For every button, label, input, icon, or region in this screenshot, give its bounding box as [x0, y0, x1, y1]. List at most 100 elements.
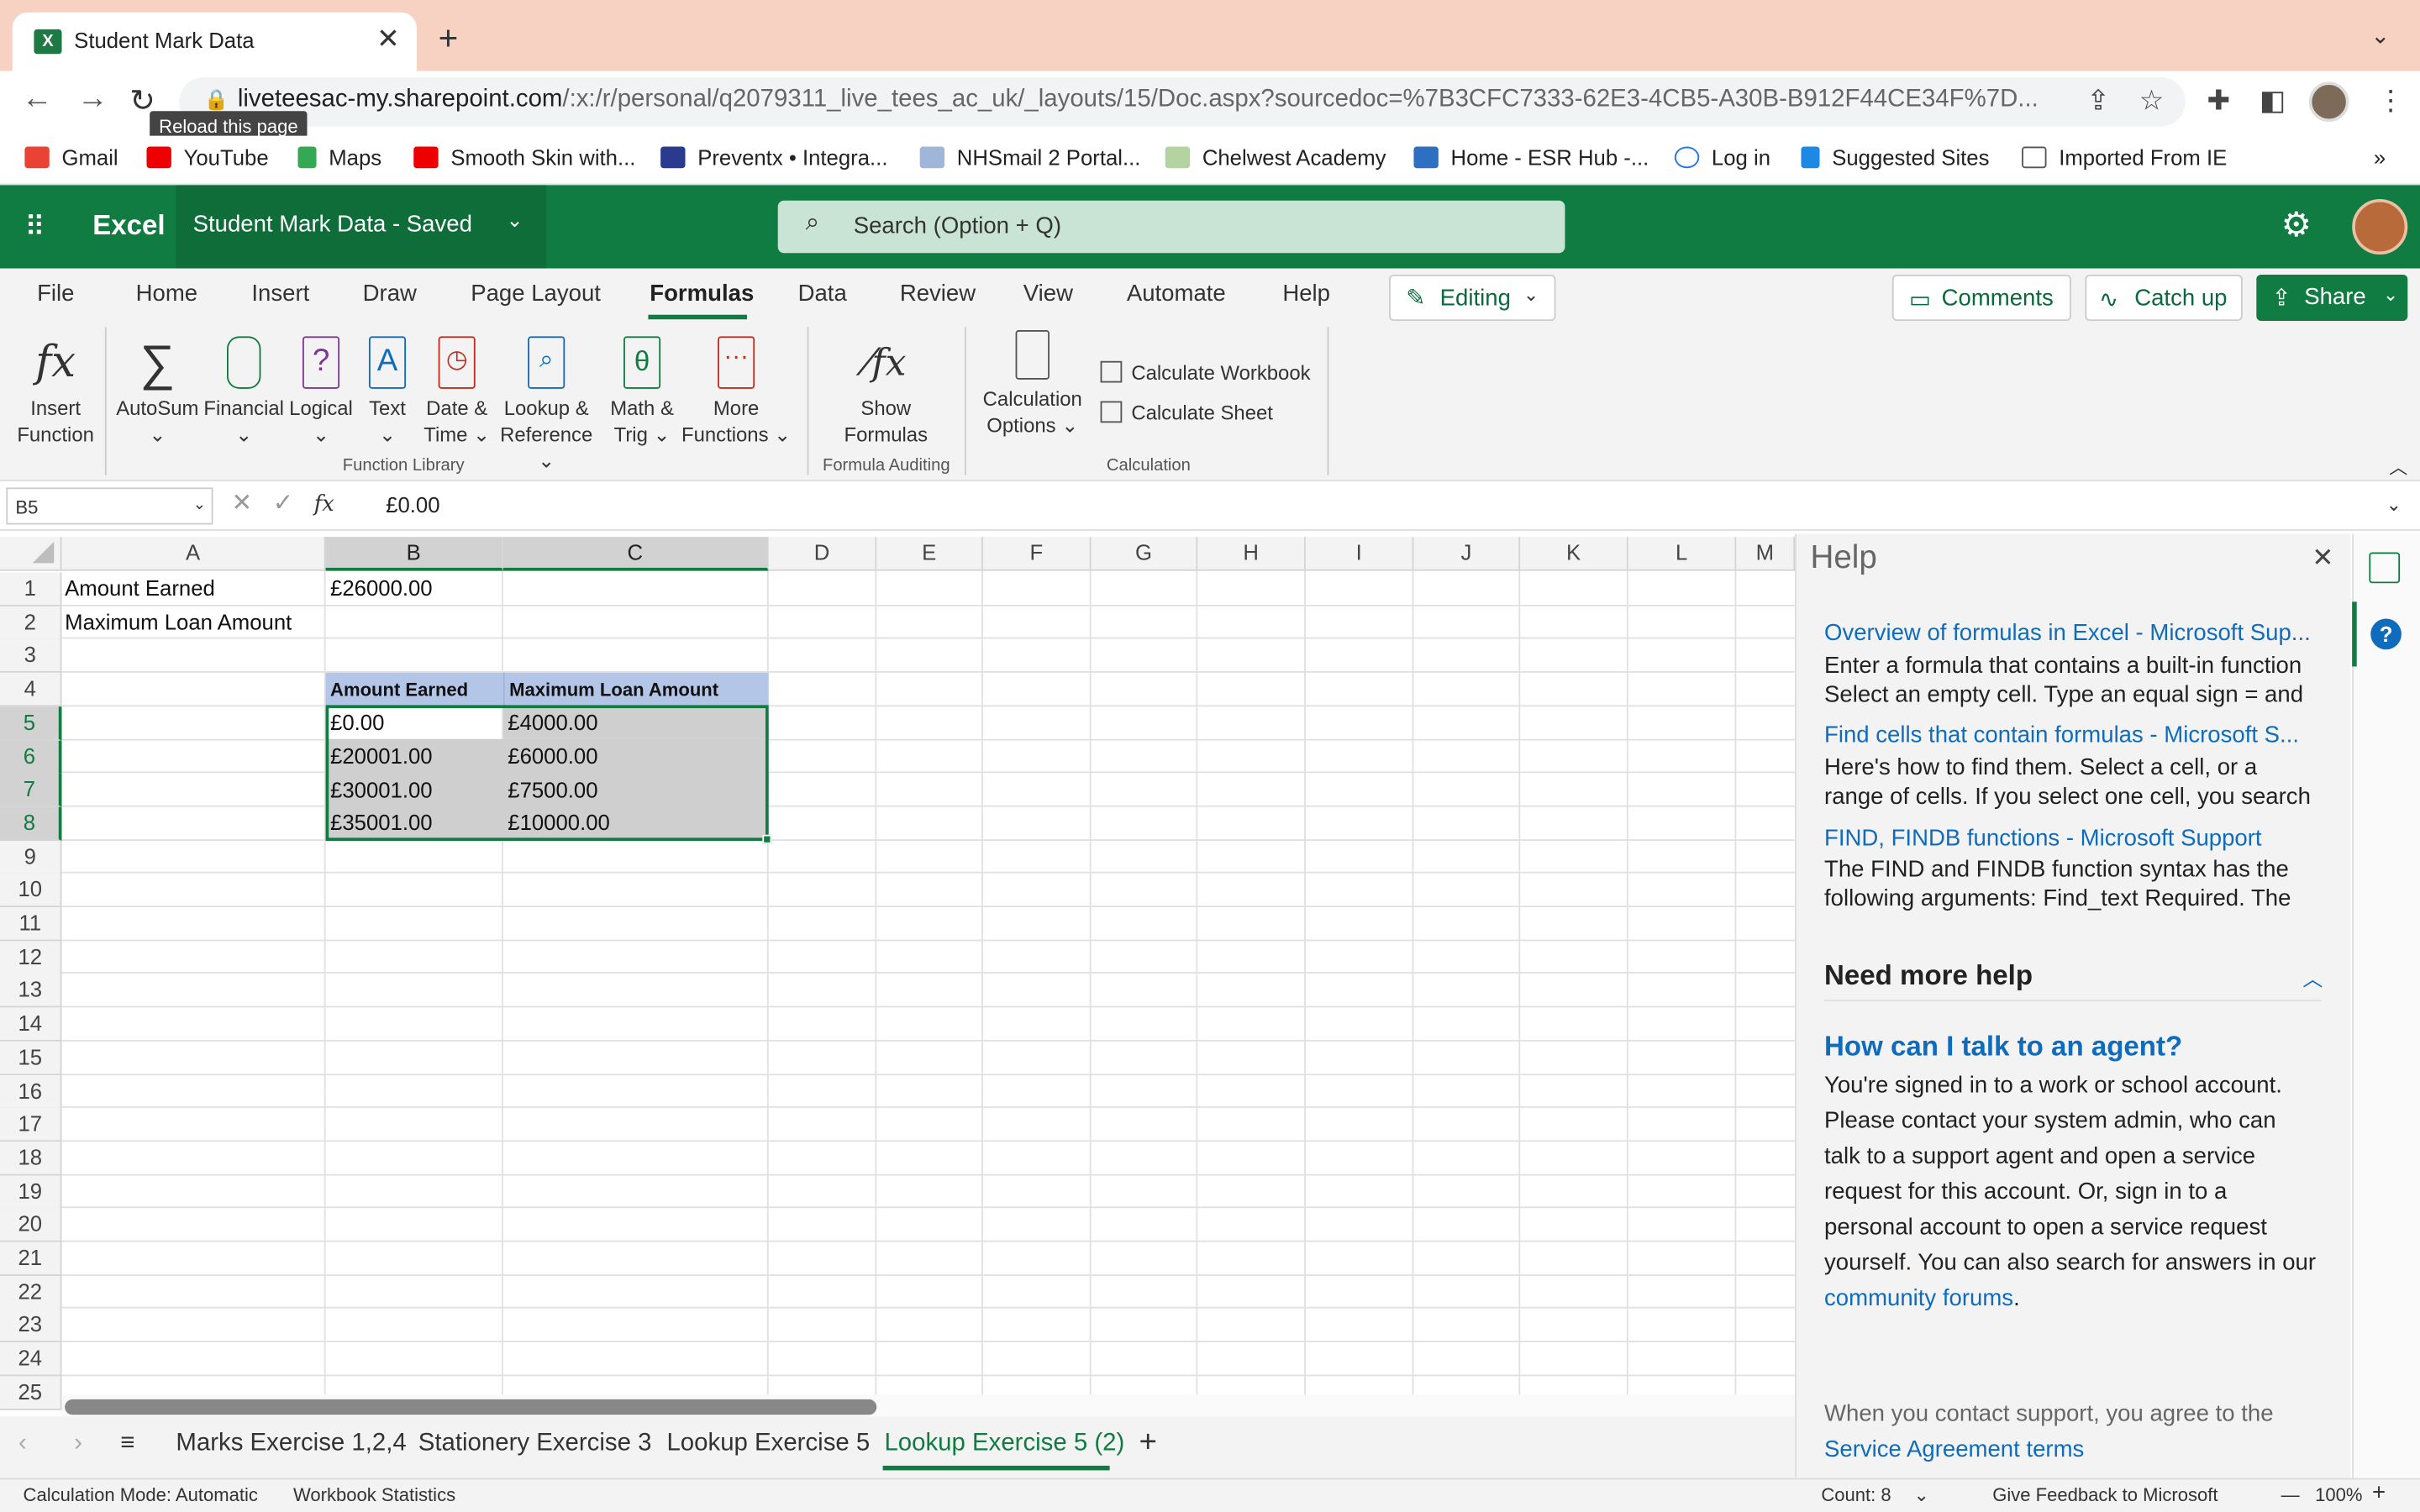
bookmark-youtube[interactable]: YouTube	[146, 145, 269, 170]
bookmarks-overflow-icon[interactable]: »	[2374, 145, 2386, 170]
bookmark-esr-hub[interactable]: Home - ESR Hub -...	[1413, 145, 1649, 170]
name-box[interactable]: B5 ⌄	[6, 487, 213, 525]
column-header-I[interactable]: I	[1305, 537, 1414, 571]
tab-draw[interactable]: Draw	[363, 281, 417, 307]
help-result-link[interactable]: Find cells that contain formulas - Micro…	[1824, 722, 2299, 748]
sheet-tab-lookup-5-2[interactable]: Lookup Exercise 5 (2)	[884, 1431, 1124, 1458]
row-header-21[interactable]: 21	[0, 1242, 62, 1276]
date-time-button[interactable]: ◷ Date & Time ⌄	[420, 336, 494, 447]
calculate-sheet-button[interactable]: Calculate Sheet	[1100, 401, 1273, 424]
tab-view[interactable]: View	[1023, 281, 1073, 307]
side-panel-icon[interactable]: ◧	[2260, 85, 2286, 118]
row-header-24[interactable]: 24	[0, 1341, 62, 1377]
column-header-F[interactable]: F	[982, 537, 1092, 571]
sheet-tab-lookup-5[interactable]: Lookup Exercise 5	[666, 1431, 870, 1458]
autosum-button[interactable]: ∑ AutoSum ⌄	[111, 336, 203, 447]
forward-arrow-icon[interactable]: →	[77, 81, 108, 117]
more-functions-button[interactable]: ··· More Functions ⌄	[679, 336, 793, 447]
row-header-3[interactable]: 3	[0, 638, 62, 673]
help-question-icon[interactable]: ?	[2370, 618, 2402, 650]
row-header-1[interactable]: 1	[0, 572, 62, 606]
editing-mode-button[interactable]: ✎ Editing ⌄	[1389, 274, 1556, 322]
zoom-in-icon[interactable]: +	[2372, 1479, 2386, 1505]
community-forums-link[interactable]: community forums	[1824, 1285, 2013, 1311]
help-result-link[interactable]: Overview of formulas in Excel - Microsof…	[1824, 620, 2311, 646]
row-header-23[interactable]: 23	[0, 1308, 62, 1342]
help-result-link[interactable]: FIND, FINDB functions - Microsoft Suppor…	[1824, 826, 2262, 852]
cell-C4[interactable]: Maximum Loan Amount	[502, 672, 769, 707]
cancel-x-icon[interactable]: ✕	[232, 491, 253, 517]
tab-help[interactable]: Help	[1282, 281, 1330, 307]
tab-insert[interactable]: Insert	[251, 281, 309, 307]
column-header-H[interactable]: H	[1197, 537, 1306, 571]
spreadsheet-grid[interactable]	[0, 533, 1796, 1395]
add-sheet-button[interactable]: +	[1139, 1425, 1157, 1461]
cell-B1[interactable]: £26000.00	[327, 572, 433, 605]
row-header-25[interactable]: 25	[0, 1376, 62, 1410]
tab-file[interactable]: File	[37, 281, 74, 307]
scrollbar-thumb[interactable]	[65, 1399, 877, 1415]
row-header-22[interactable]: 22	[0, 1275, 62, 1310]
tab-home[interactable]: Home	[136, 281, 197, 307]
browser-menu-icon[interactable]: ⋮	[2377, 85, 2405, 118]
close-tab-icon[interactable]: ✕	[376, 24, 400, 56]
need-more-help-heading[interactable]: Need more help	[1824, 959, 2033, 992]
column-header-G[interactable]: G	[1091, 537, 1198, 571]
app-launcher-icon[interactable]: ⠿	[24, 212, 55, 243]
share-button[interactable]: ⇪ Share ⌄	[2256, 274, 2408, 322]
search-box[interactable]: ⌕ Search (Option + Q)	[777, 200, 1565, 254]
sheet-tab-stationery[interactable]: Stationery Exercise 3	[418, 1431, 652, 1458]
prev-sheet-chevron-icon[interactable]: ‹	[18, 1431, 27, 1458]
address-bar[interactable]: 🔒 liveteesac-my.sharepoint.com/:x:/r/per…	[179, 76, 2186, 127]
fill-handle[interactable]	[762, 834, 772, 844]
comments-button[interactable]: ▭ Comments	[1891, 274, 2071, 322]
row-header-10[interactable]: 10	[0, 873, 62, 907]
bookmark-suggested-sites[interactable]: Suggested Sites	[1801, 145, 1989, 170]
row-header-11[interactable]: 11	[0, 906, 62, 942]
show-formulas-button[interactable]: ⁄fx Show Formulas	[834, 336, 939, 447]
row-header-9[interactable]: 9	[0, 841, 62, 875]
expand-formula-bar-icon[interactable]: ⌄	[2386, 494, 2402, 516]
bookmark-log-in[interactable]: Log in	[1674, 145, 1770, 170]
sheet-tab-marks[interactable]: Marks Exercise 1,2,4	[176, 1431, 406, 1458]
browser-tab[interactable]: X Student Mark Data ✕	[12, 12, 417, 71]
column-header-K[interactable]: K	[1520, 537, 1628, 571]
service-agreement-link[interactable]: Service Agreement terms	[1824, 1436, 2084, 1462]
extensions-puzzle-icon[interactable]: ✚	[2207, 85, 2231, 118]
row-header-17[interactable]: 17	[0, 1107, 62, 1142]
bookmark-chelwest[interactable]: Chelwest Academy	[1165, 145, 1386, 170]
select-all-corner[interactable]	[0, 537, 62, 571]
app-name[interactable]: Excel	[92, 210, 165, 243]
row-header-13[interactable]: 13	[0, 973, 62, 1008]
row-header-8[interactable]: 8	[0, 806, 62, 842]
chevron-up-icon[interactable]: ︿	[2302, 963, 2323, 992]
bookmark-maps[interactable]: Maps	[297, 145, 381, 170]
column-header-E[interactable]: E	[876, 537, 983, 571]
calculate-workbook-button[interactable]: Calculate Workbook	[1100, 360, 1311, 384]
cell-A2[interactable]: Maximum Loan Amount	[61, 606, 292, 639]
column-header-C[interactable]: C	[502, 537, 769, 571]
row-header-14[interactable]: 14	[0, 1007, 62, 1042]
workbook-statistics-button[interactable]: Workbook Statistics	[293, 1484, 455, 1506]
next-sheet-chevron-icon[interactable]: ›	[74, 1431, 82, 1458]
give-feedback-link[interactable]: Give Feedback to Microsoft	[1992, 1484, 2217, 1506]
row-header-19[interactable]: 19	[0, 1175, 62, 1210]
cell-A1[interactable]: Amount Earned	[61, 572, 215, 605]
chevron-down-icon[interactable]: ⌄	[1914, 1484, 1929, 1506]
row-header-4[interactable]: 4	[0, 672, 62, 707]
row-header-2[interactable]: 2	[0, 606, 62, 641]
bookmark-nhsmail[interactable]: NHSmail 2 Portal...	[919, 145, 1140, 170]
zoom-out-icon[interactable]: —	[2281, 1484, 2300, 1506]
calculation-options-button[interactable]: Calculation Options ⌄	[978, 330, 1086, 438]
fx-icon[interactable]: fx	[314, 492, 334, 517]
row-header-12[interactable]: 12	[0, 941, 62, 975]
count-status[interactable]: Count: 8	[1821, 1484, 1891, 1506]
back-arrow-icon[interactable]: ←	[22, 81, 53, 117]
zoom-level[interactable]: 100%	[2315, 1484, 2362, 1506]
tab-page-layout[interactable]: Page Layout	[471, 281, 601, 307]
math-trig-button[interactable]: θ Math & Trig ⌄	[605, 336, 679, 447]
column-header-D[interactable]: D	[768, 537, 877, 571]
column-header-M[interactable]: M	[1736, 537, 1796, 571]
column-header-J[interactable]: J	[1413, 537, 1521, 571]
logical-button[interactable]: ? Logical ⌄	[284, 336, 358, 447]
